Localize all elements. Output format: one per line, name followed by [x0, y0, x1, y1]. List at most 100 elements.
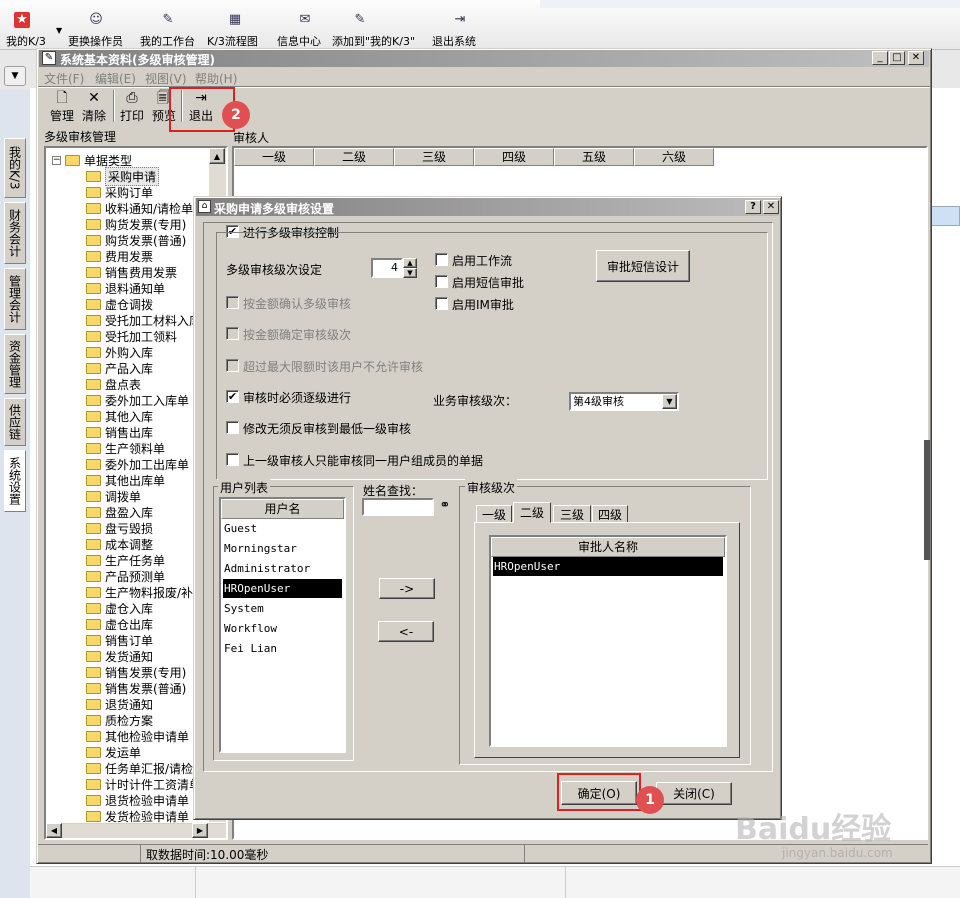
side-tab-1[interactable]: 财务会计	[4, 202, 26, 264]
tree-item[interactable]: 受托加工材料入库	[86, 312, 201, 328]
tree-item[interactable]: 调拨单	[86, 488, 141, 504]
same-group-checkbox[interactable]	[226, 453, 239, 466]
select-arrow-button[interactable]: ▼	[662, 394, 677, 409]
tree-item[interactable]: 销售费用发票	[86, 264, 177, 280]
toolbar-5-label[interactable]: 添加到"我的K/3"	[332, 33, 415, 49]
tree-item[interactable]: 购货发票(普通)	[86, 232, 186, 248]
toolbar-3-label[interactable]: K/3流程图	[207, 33, 258, 49]
add-user-button[interactable]: ->	[379, 578, 435, 599]
tree-item[interactable]: 虚仓出库	[86, 616, 153, 632]
tree-item[interactable]: 销售发票(专用)	[86, 664, 186, 680]
scroll-right-button[interactable]: ▶	[192, 823, 208, 838]
menu-item-2[interactable]: 视图(V)	[145, 70, 187, 87]
workflow-checkbox[interactable]	[435, 253, 448, 266]
tab-level-1[interactable]: 二级	[513, 502, 551, 523]
tree-item[interactable]: 退货检验申请单	[86, 792, 189, 808]
tree-item[interactable]: 受托加工领料	[86, 328, 177, 344]
tree-item[interactable]: 费用发票	[86, 248, 153, 264]
tree-item[interactable]: 销售订单	[86, 632, 153, 648]
tree-item[interactable]: 退货通知	[86, 696, 153, 712]
level-col-5[interactable]: 六级	[634, 148, 714, 166]
spin-down-button[interactable]: ▼	[403, 268, 417, 278]
toolbar-button-1[interactable]: 清除	[82, 107, 106, 124]
tree-item[interactable]: 购货发票(专用)	[86, 216, 186, 232]
tree-item[interactable]: 退料通知单	[86, 280, 165, 296]
toolbar-2-label[interactable]: 我的工作台	[140, 33, 195, 49]
tree-item[interactable]: 其他出库单	[86, 472, 165, 488]
tree-item[interactable]: 采购申请	[86, 166, 160, 186]
side-tab-0[interactable]: 我的K/3	[4, 138, 26, 198]
tree-item[interactable]: 销售发票(普通)	[86, 680, 186, 696]
dialog-close-button[interactable]: ✕	[763, 200, 779, 214]
menu-item-1[interactable]: 编辑(E)	[95, 70, 136, 87]
step-by-step-checkbox[interactable]: ✔	[226, 390, 239, 403]
amount-confirm-checkbox[interactable]	[226, 296, 239, 309]
user-list-item[interactable]: Workflow	[223, 619, 342, 639]
tree-item[interactable]: 虚仓入库	[86, 600, 153, 616]
close-window-button[interactable]: ✕	[908, 51, 924, 65]
toolbar-1-label[interactable]: 更换操作员	[68, 33, 123, 49]
approver-list-item[interactable]: HROpenUser	[493, 557, 723, 577]
remove-user-button[interactable]: <-	[378, 621, 434, 642]
tree-item[interactable]: 产品预测单	[86, 568, 165, 584]
tree-item[interactable]: 发货通知	[86, 648, 153, 664]
close-button[interactable]: 关闭(C)	[656, 782, 732, 805]
scroll-left-button[interactable]: ◀	[46, 823, 62, 838]
tree-item[interactable]: 采购订单	[86, 184, 153, 200]
im-checkbox[interactable]	[435, 297, 448, 310]
user-list-item[interactable]: Administrator	[223, 559, 342, 579]
pencil-icon[interactable]: ✎	[160, 12, 176, 28]
user-list-item[interactable]: HROpenUser	[223, 579, 342, 599]
add-favorite-icon[interactable]: ✎	[352, 12, 368, 28]
tree-item[interactable]: 任务单汇报/请检单	[86, 760, 205, 776]
tree-item[interactable]: 生产领料单	[86, 440, 165, 456]
scroll-up-button[interactable]: ▲	[209, 148, 225, 164]
level-col-4[interactable]: 五级	[554, 148, 634, 166]
tree-item[interactable]: 盘亏毁损	[86, 520, 153, 536]
tree-item[interactable]: 计时计件工资清单	[86, 776, 201, 792]
spin-up-button[interactable]: ▲	[403, 258, 417, 268]
modify-checkbox[interactable]	[226, 421, 239, 434]
help-button[interactable]: ?	[745, 200, 761, 214]
tree-item[interactable]: 盘点表	[86, 376, 141, 392]
amount-level-checkbox[interactable]	[226, 327, 239, 340]
tree-item[interactable]: 质检方案	[86, 712, 153, 728]
approver-col-header[interactable]: 审批人名称	[491, 537, 725, 557]
side-tab-2[interactable]: 管理会计	[4, 268, 26, 330]
user-list-item[interactable]: Morningstar	[223, 539, 342, 559]
level-col-1[interactable]: 二级	[314, 148, 394, 166]
user-list-item[interactable]: Guest	[223, 519, 342, 539]
user-list-item[interactable]: System	[223, 599, 342, 619]
dropdown-arrow-icon[interactable]: ▼	[56, 26, 62, 35]
user-list[interactable]: 用户名 Guest Morningstar Administrator HROpenU…	[219, 497, 346, 753]
name-search-input[interactable]	[362, 498, 434, 516]
level-col-0[interactable]: 一级	[234, 148, 314, 166]
chat-icon[interactable]: ✉	[297, 12, 313, 28]
toolbar-0-label[interactable]: 我的K/3	[6, 33, 46, 49]
level-col-2[interactable]: 三级	[394, 148, 474, 166]
over-limit-checkbox[interactable]	[226, 359, 239, 372]
exit-icon[interactable]: ⇥	[452, 12, 468, 28]
approver-list[interactable]: 审批人名称 HROpenUser	[489, 535, 727, 747]
side-tab-4[interactable]: 供应链	[4, 398, 26, 446]
level-spinner[interactable]: 4	[371, 258, 403, 278]
side-tab-3[interactable]: 资金管理	[4, 334, 26, 394]
grid-vscroll[interactable]	[924, 440, 930, 560]
tree-item[interactable]: 委外加工出库单	[86, 456, 189, 472]
sms-design-button[interactable]: 审批短信设计	[596, 250, 690, 282]
tree-item[interactable]: 产品入库	[86, 360, 153, 376]
user-col-header[interactable]: 用户名	[221, 499, 344, 519]
print-icon[interactable]: ⎙	[124, 90, 140, 106]
nav-combo[interactable]: ▼	[4, 66, 26, 86]
tree-item[interactable]: 发运单	[86, 744, 141, 760]
tree-item[interactable]: 收料通知/请检单	[86, 200, 193, 216]
tree-item[interactable]: 其他检验申请单	[86, 728, 189, 744]
tree-item[interactable]: 盘盈入库	[86, 504, 153, 520]
sms-checkbox[interactable]	[435, 275, 448, 288]
toolbar-button-2[interactable]: 打印	[120, 107, 144, 124]
file-icon[interactable]: 🗋	[54, 90, 70, 106]
tree-item[interactable]: 外购入库	[86, 344, 153, 360]
tree-item[interactable]: 成本调整	[86, 536, 153, 552]
tab-level-2[interactable]: 三级	[553, 505, 591, 523]
maximize-button[interactable]: □	[889, 51, 905, 65]
